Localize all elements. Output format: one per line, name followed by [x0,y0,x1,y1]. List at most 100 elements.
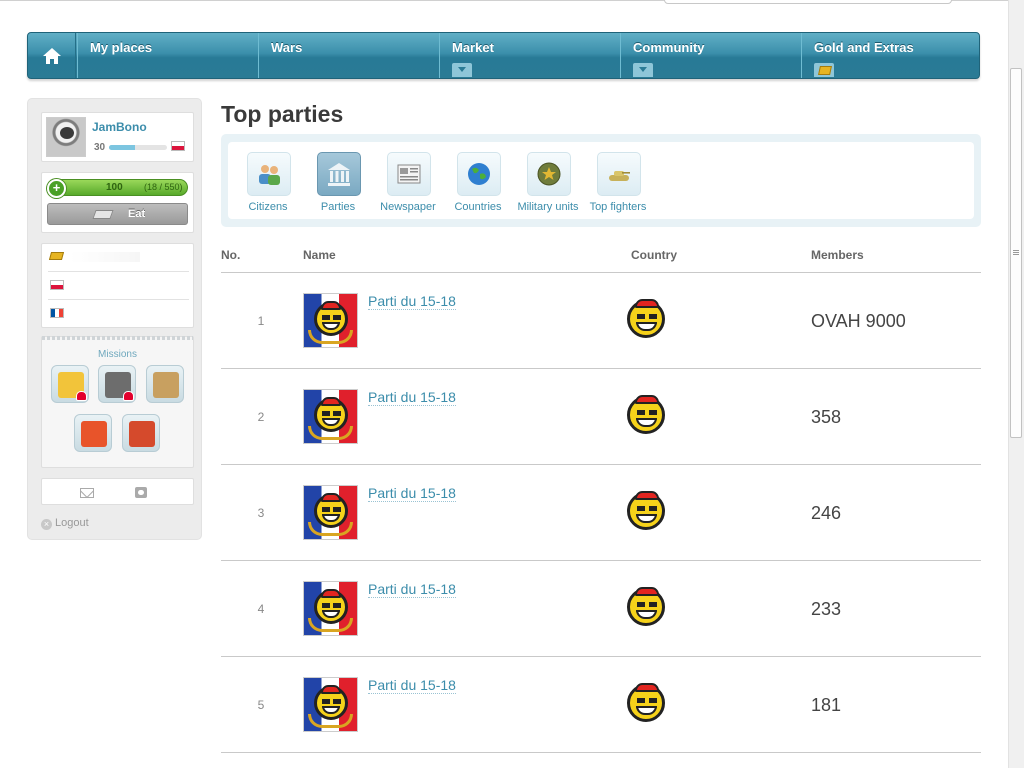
party-members-count: OVAH 9000 [811,311,906,331]
food-icon [92,210,114,219]
mission-flag-button[interactable] [74,414,112,452]
mission-statue-button[interactable] [122,414,160,452]
close-icon: × [41,519,52,530]
party-members-count: 246 [811,503,842,523]
home-button[interactable] [28,33,76,78]
country-flag-icon[interactable] [627,299,665,338]
health-box: + 100 (18 / 550) Eat [41,172,194,233]
gold-amount [70,252,140,262]
mission-train-button[interactable] [98,365,136,403]
user-level: 30 [94,142,106,153]
statue-icon [129,421,155,447]
country-flag-icon[interactable] [627,587,665,626]
eat-button[interactable]: Eat [47,203,188,225]
sidebar: JamBono 30 + 100 (18 / 550) Eat Missions [27,98,202,540]
citizenship-flag-icon [171,141,185,151]
party-name-link[interactable]: Parti du 15-18 [368,293,456,310]
military-unit-icon [527,152,571,196]
flag-icon [81,421,107,447]
health-plus-icon: + [47,179,66,198]
heart-icon [76,391,87,401]
user-profile-box: JamBono 30 [41,112,194,162]
experience-bar [109,145,167,150]
party-logo[interactable] [303,581,358,636]
country-flag-icon[interactable] [627,491,665,530]
france-flag-icon [50,308,64,318]
citizens-icon [247,152,291,196]
nav-community[interactable]: Community [620,33,801,78]
main-nav: My places Wars Market Community Gold and… [27,32,980,79]
wreath-icon [308,426,353,440]
mission-briefcase-button[interactable] [51,365,89,403]
table-row: 1 Parti du 15-18 OVAH 9000 [221,273,981,369]
wreath-icon [308,522,353,536]
column-header-country: Country [631,248,677,262]
nav-market-label: Market [452,40,494,55]
polish-currency-row [48,272,189,300]
health-limit: (18 / 550) [144,182,183,192]
party-logo[interactable] [303,677,358,732]
username-link[interactable]: JamBono [92,120,147,134]
parties-icon [317,152,361,196]
party-name-link[interactable]: Parti du 15-18 [368,581,456,598]
nav-wars-label: Wars [271,40,303,55]
party-rank: 4 [257,602,265,616]
logout-link[interactable]: × Logout [41,517,89,530]
party-rank: 3 [257,506,265,520]
mission-map-button[interactable] [146,365,184,403]
notification-icon[interactable] [135,487,147,498]
page-title: Top parties [221,101,344,127]
nav-community-label: Community [633,40,705,55]
wreath-icon [308,618,353,632]
browser-search-field[interactable] [664,0,952,4]
mail-icon[interactable] [80,488,94,498]
table-row: 2 Parti du 15-18 358 [221,369,981,465]
wreath-icon [308,714,353,728]
category-top-fighters-label: Top fighters [589,201,647,213]
nav-my-places[interactable]: My places [77,33,258,78]
home-icon [42,47,61,64]
table-row: 4 Parti du 15-18 233 [221,561,981,657]
party-rank: 2 [257,410,265,424]
country-flag-icon[interactable] [627,683,665,722]
map-icon [153,372,179,398]
table-row: 3 Parti du 15-18 246 [221,465,981,561]
column-header-members: Members [811,248,864,262]
gold-icon [48,252,65,260]
chevron-down-icon[interactable] [633,63,653,77]
party-logo[interactable] [303,485,358,540]
party-logo[interactable] [303,293,358,348]
party-logo[interactable] [303,389,358,444]
globe-icon [457,152,501,196]
nav-market[interactable]: Market [439,33,620,78]
category-list: Citizens Parties Newspaper Countries Mil… [228,142,974,219]
gold-row [48,244,189,272]
heart-icon [123,391,134,401]
tank-icon [597,152,641,196]
currency-box [41,243,194,328]
party-name-link[interactable]: Parti du 15-18 [368,485,456,502]
nav-wars[interactable]: Wars [258,33,439,78]
category-top-fighters[interactable]: Top fighters [583,152,653,216]
table-header: No. Name Country Members [221,247,981,273]
missions-panel: Missions [41,336,194,468]
gold-icon [814,63,834,77]
missions-title: Missions [98,349,137,360]
avatar[interactable] [46,117,86,157]
nav-gold-and-extras[interactable]: Gold and Extras [801,33,979,78]
party-rank: 1 [257,314,265,328]
party-name-link[interactable]: Parti du 15-18 [368,389,456,406]
messages-box [41,478,194,505]
nav-gold-label: Gold and Extras [814,40,914,55]
newspaper-icon [387,152,431,196]
column-header-no: No. [221,248,241,262]
poland-flag-icon [50,280,64,290]
wreath-icon [308,330,353,344]
country-flag-icon[interactable] [627,395,665,434]
scrollbar-thumb[interactable] [1010,68,1022,438]
health-bar: + 100 (18 / 550) [47,179,188,198]
party-name-link[interactable]: Parti du 15-18 [368,677,456,694]
nav-my-places-label: My places [90,40,153,55]
party-members-count: 181 [811,695,842,715]
chevron-down-icon[interactable] [452,63,472,77]
